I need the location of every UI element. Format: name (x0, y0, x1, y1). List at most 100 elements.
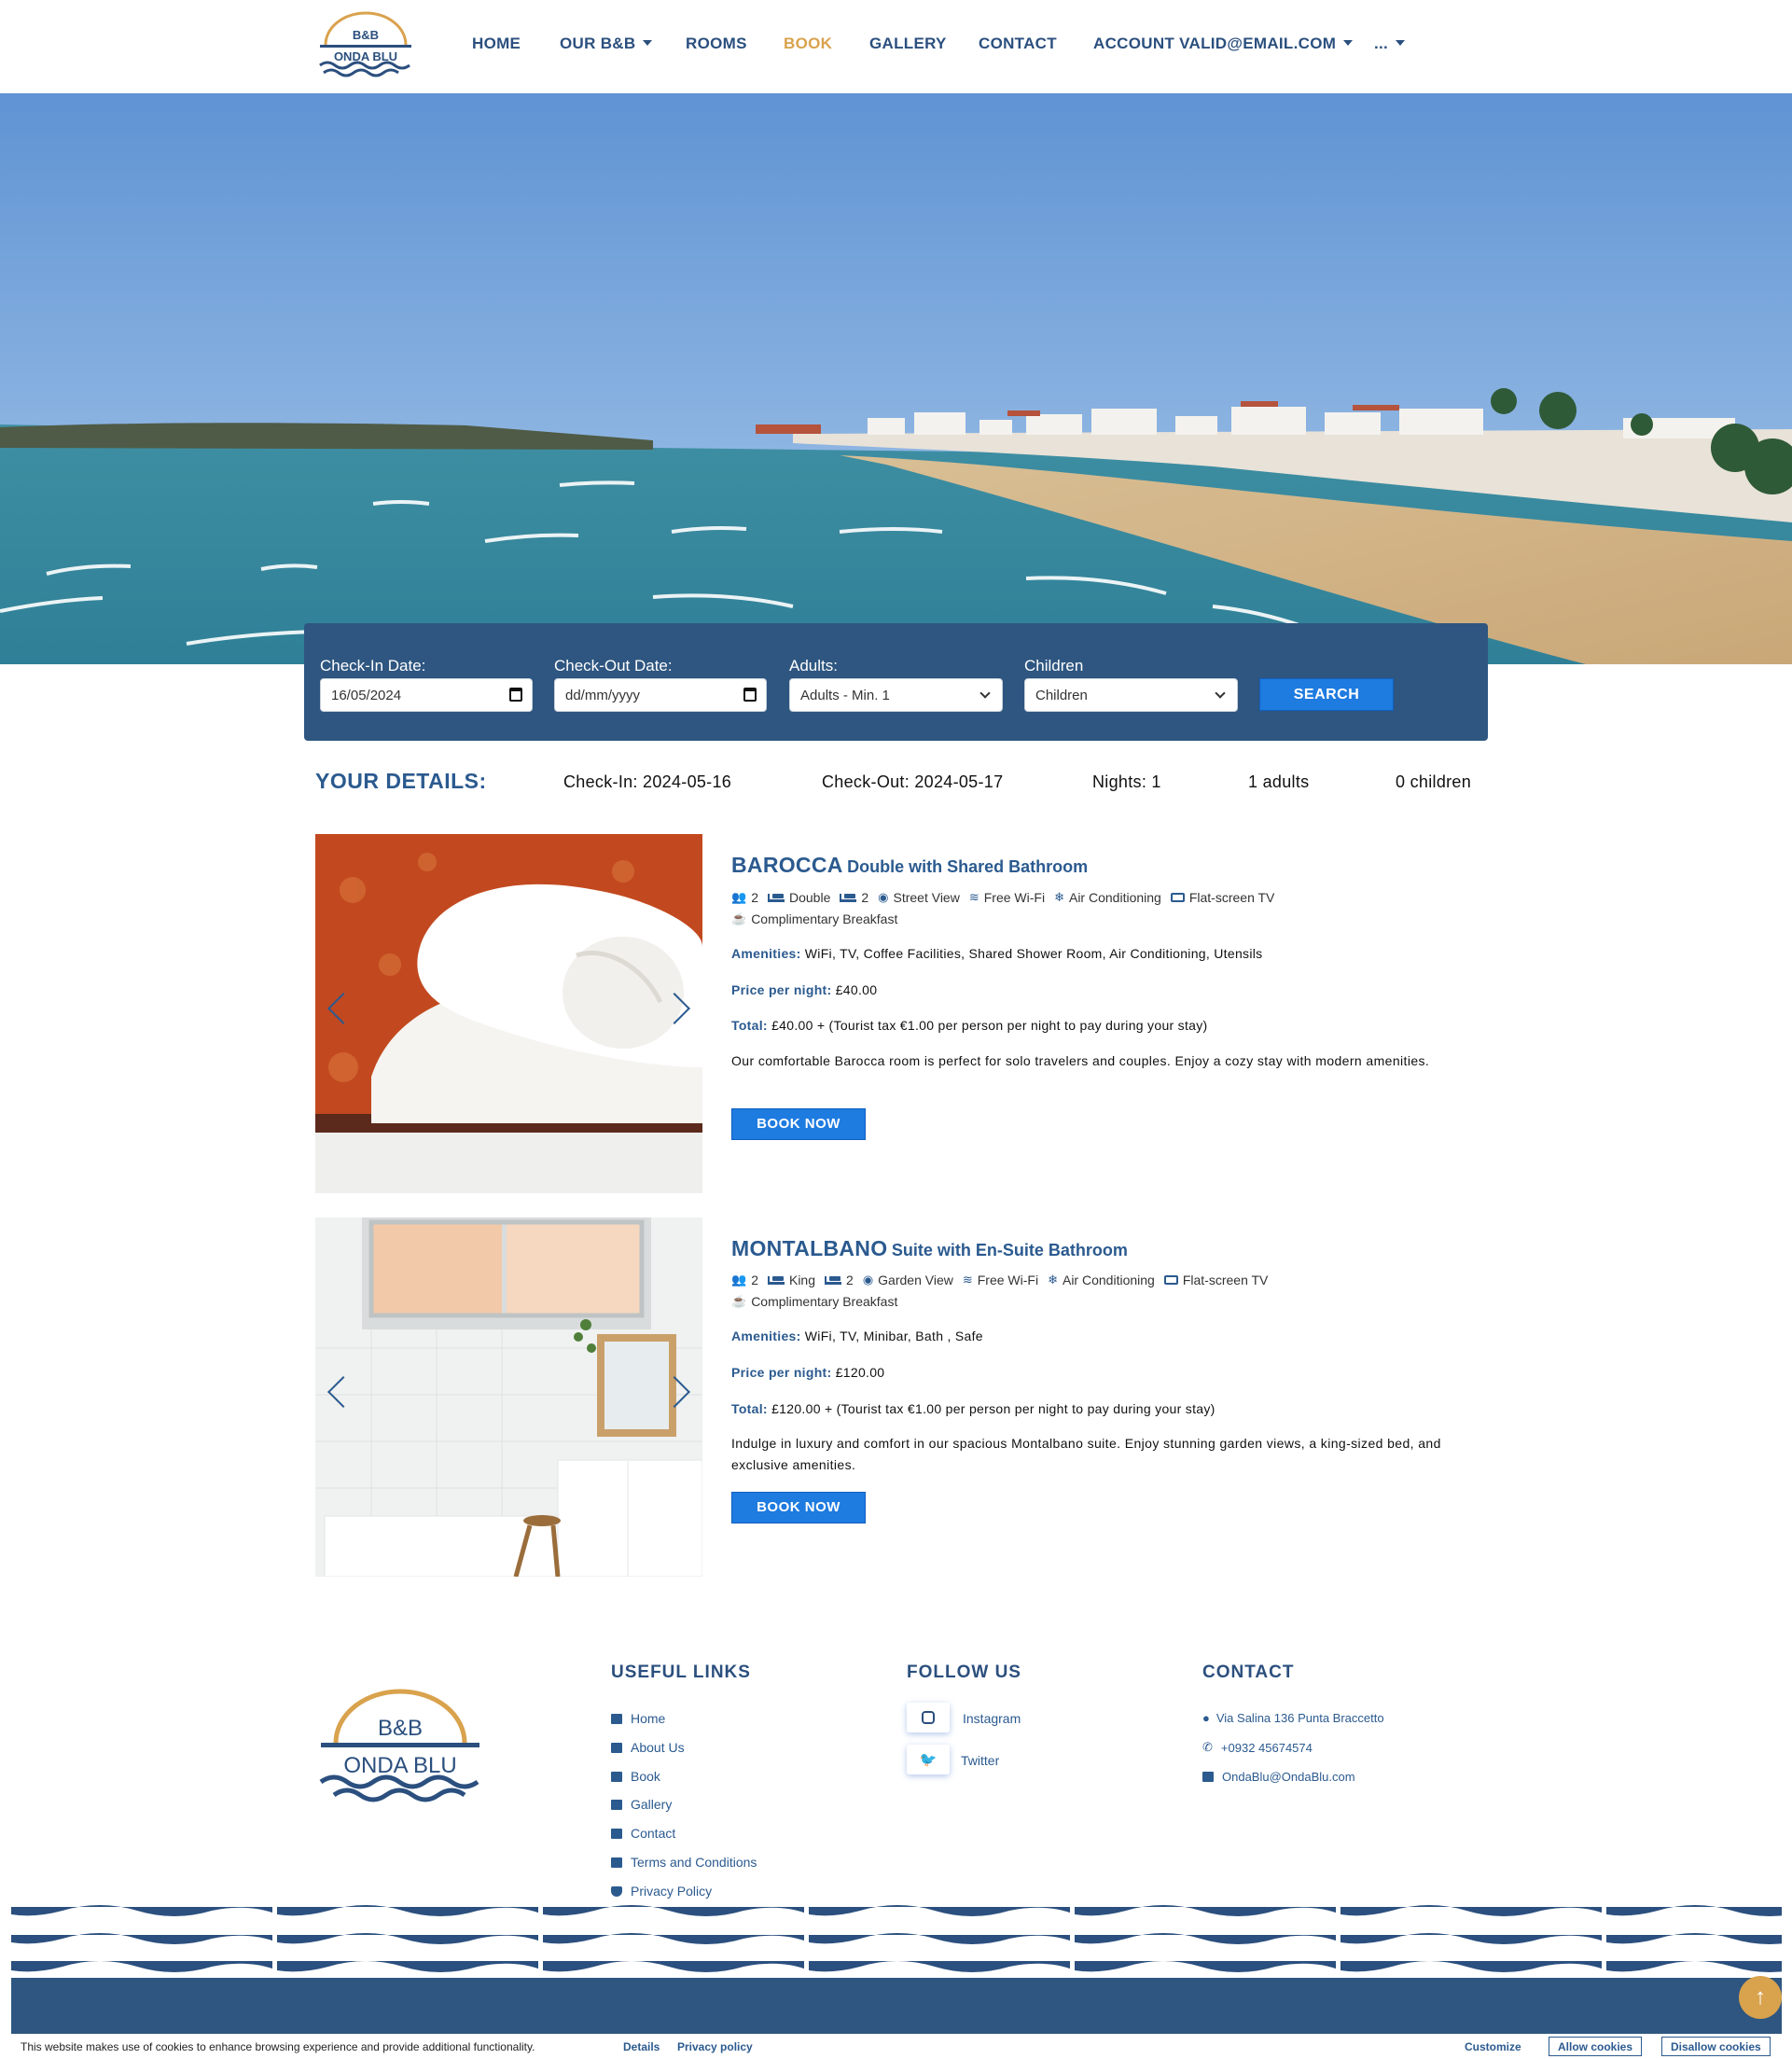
footer-phone-value: +0932 45674574 (1220, 1740, 1313, 1755)
disallow-cookies-button[interactable]: Disallow cookies (1661, 2037, 1771, 2056)
cookie-privacy-link[interactable]: Privacy policy (677, 2040, 753, 2053)
twitter-button[interactable]: 🐦 (907, 1745, 950, 1774)
hero-beach-image (0, 93, 1792, 664)
eye-icon: ◉ (878, 890, 889, 904)
children-select-value: Children (1035, 688, 1088, 703)
nav-more[interactable]: ... (1374, 35, 1406, 53)
nav-account[interactable]: ACCOUNT VALID@EMAIL.COM (1093, 35, 1354, 53)
calendar-icon (509, 688, 522, 702)
nav-our-bnb[interactable]: OUR B&B (560, 35, 653, 53)
cookie-customize-link[interactable]: Customize (1465, 2040, 1521, 2053)
room-name: BAROCCA (731, 853, 843, 877)
nav-account-label: ACCOUNT VALID@EMAIL.COM (1093, 35, 1337, 52)
footer-link-home[interactable]: Home (611, 1711, 665, 1726)
footer-link-contact[interactable]: Contact (611, 1826, 675, 1841)
feature-view-value: Garden View (878, 1273, 953, 1287)
feature-breakfast-value: Complimentary Breakfast (751, 911, 898, 926)
feature-tv: Flat-screen TV (1170, 890, 1274, 905)
room-title: BAROCCA Double with Shared Bathroom (731, 853, 1088, 878)
footer-link-gallery[interactable]: Gallery (611, 1797, 672, 1812)
footer-link-about[interactable]: About Us (611, 1740, 685, 1755)
bed-icon (611, 1771, 622, 1782)
price-value: £40.00 (835, 982, 878, 997)
caret-down-icon (1343, 40, 1354, 46)
footer-link-label: About Us (631, 1740, 685, 1755)
amenities-value: WiFi, TV, Coffee Facilities, Shared Show… (804, 946, 1263, 961)
nav-home[interactable]: HOME (472, 35, 521, 53)
shield-icon (611, 1885, 622, 1897)
coffee-icon: ☕ (731, 1294, 747, 1308)
bed-icon (767, 893, 785, 902)
total-value: £40.00 + (Tourist tax €1.00 per person p… (771, 1018, 1208, 1033)
room-name: MONTALBANO (731, 1236, 888, 1260)
room-subtitle: Suite with En-Suite Bathroom (891, 1241, 1128, 1259)
footer-link-privacy[interactable]: Privacy Policy (611, 1884, 712, 1899)
footer-link-book[interactable]: Book (611, 1769, 660, 1784)
details-checkin: Check-In: 2024-05-16 (563, 772, 732, 791)
footer-phone[interactable]: ✆ +0932 45674574 (1202, 1740, 1313, 1755)
checkin-date-value: 16/05/2024 (331, 688, 402, 703)
feature-wifi-value: Free Wi-Fi (977, 1273, 1039, 1287)
footer-link-terms[interactable]: Terms and Conditions (611, 1855, 757, 1870)
instagram-button[interactable] (907, 1703, 950, 1732)
room-photo-towel (315, 834, 702, 1193)
room-breakfast: ☕ Complimentary Breakfast (731, 911, 907, 926)
cookie-details-link[interactable]: Details (623, 2040, 660, 2053)
nav-rooms[interactable]: ROOMS (686, 35, 747, 53)
users-icon: 👥 (731, 1273, 747, 1287)
caret-down-icon (1396, 40, 1406, 46)
snowflake-icon: ❄ (1048, 1273, 1058, 1287)
search-button[interactable]: SEARCH (1259, 678, 1394, 711)
feature-tv-value: Flat-screen TV (1182, 1273, 1269, 1287)
footer-email[interactable]: OndaBlu@OndaBlu.com (1202, 1770, 1355, 1784)
scroll-to-top-button[interactable]: ↑ (1739, 1976, 1782, 2019)
footer-logo-line1: B&B (378, 1716, 423, 1741)
book-now-button[interactable]: BOOK NOW (731, 1492, 866, 1523)
twitter-link[interactable]: Twitter (961, 1753, 999, 1768)
feature-view-value: Street View (893, 890, 960, 905)
nav-book[interactable]: BOOK (784, 35, 832, 53)
footer-logo: B&B ONDA BLU (319, 1689, 479, 1802)
decorative-waves (11, 1903, 1782, 1978)
details-checkout: Check-Out: 2024-05-17 (822, 772, 1004, 791)
users-icon: 👥 (731, 890, 747, 904)
footer-link-label: Gallery (631, 1797, 673, 1812)
adults-label: Adults: (789, 657, 838, 675)
envelope-icon (611, 1828, 622, 1839)
tv-icon (1163, 1275, 1178, 1285)
total-value: £120.00 + (Tourist tax €1.00 per person … (771, 1401, 1216, 1416)
feature-bed-count: 2 (840, 890, 868, 905)
feature-bed-value: King (788, 1273, 816, 1287)
room-image-carousel[interactable] (315, 1217, 702, 1577)
price-label: Price per night: (731, 982, 832, 997)
book-now-button[interactable]: BOOK NOW (731, 1108, 866, 1140)
room-amenities: Amenities: WiFi, TV, Coffee Facilities, … (731, 946, 1262, 961)
site-logo[interactable]: B&B ONDA BLU (314, 9, 417, 82)
snowflake-icon: ❄ (1054, 890, 1064, 904)
checkout-date-input[interactable]: dd/mm/yyyy (554, 678, 767, 712)
nav-gallery[interactable]: GALLERY (869, 35, 947, 53)
cookie-banner: This website makes use of cookies to enh… (0, 2034, 1792, 2059)
feature-bed-value: Double (788, 890, 831, 905)
room-photo-bathroom (315, 1217, 702, 1577)
feature-breakfast: ☕ Complimentary Breakfast (731, 1294, 897, 1309)
instagram-link[interactable]: Instagram (963, 1711, 1021, 1726)
arrow-up-icon: ↑ (1755, 1984, 1766, 2010)
room-image-carousel[interactable] (315, 834, 702, 1193)
footer-link-label: Book (631, 1769, 660, 1784)
phone-icon: ✆ (1202, 1740, 1213, 1754)
amenities-label: Amenities: (731, 946, 801, 961)
feature-guests-value: 2 (751, 1273, 758, 1287)
footer-address: ● Via Salina 136 Punta Braccetto (1202, 1711, 1384, 1725)
adults-select[interactable]: Adults - Min. 1 (789, 678, 1003, 712)
adults-select-value: Adults - Min. 1 (800, 688, 890, 703)
bed-icon (767, 1275, 785, 1285)
footer-address-value: Via Salina 136 Punta Braccetto (1216, 1711, 1384, 1725)
children-label: Children (1024, 657, 1084, 675)
allow-cookies-button[interactable]: Allow cookies (1549, 2037, 1643, 2056)
children-select[interactable]: Children (1024, 678, 1238, 712)
twitter-icon: 🐦 (919, 1752, 938, 1768)
total-label: Total: (731, 1018, 768, 1033)
nav-contact[interactable]: CONTACT (979, 35, 1057, 53)
checkin-date-input[interactable]: 16/05/2024 (320, 678, 533, 712)
